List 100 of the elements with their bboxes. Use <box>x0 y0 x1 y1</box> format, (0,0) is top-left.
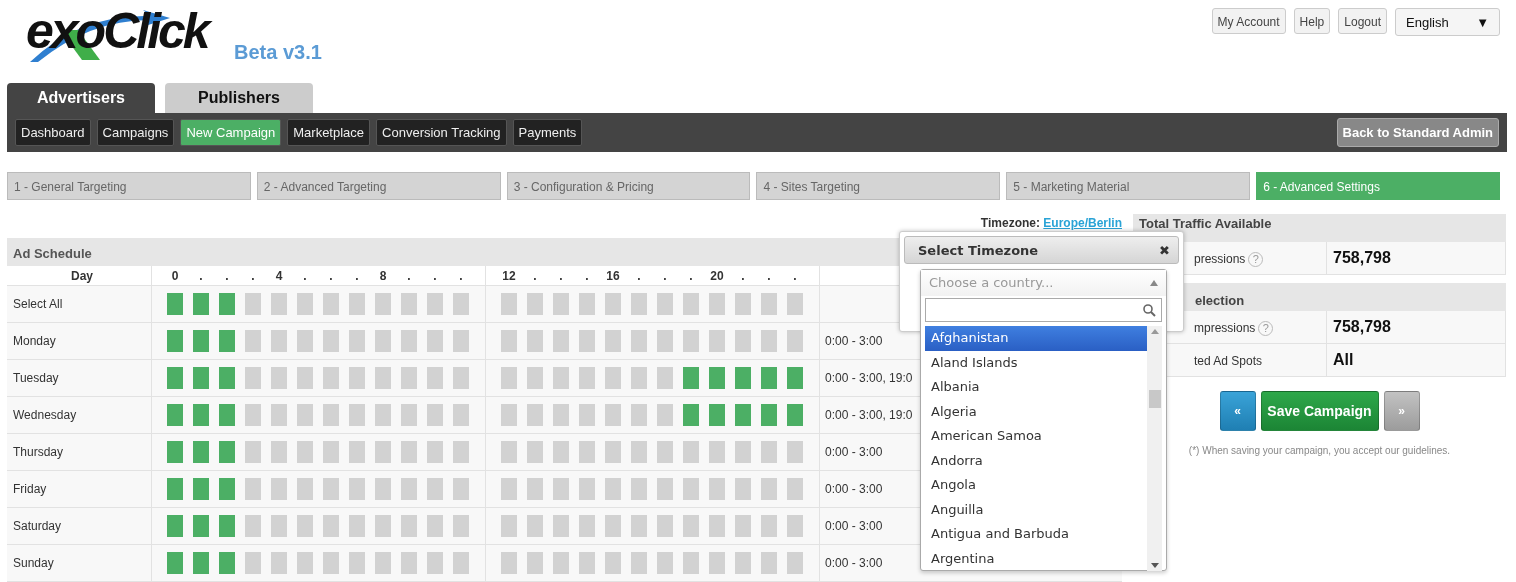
hour-slot[interactable] <box>219 404 235 426</box>
hour-slot[interactable] <box>605 293 621 315</box>
hour-slot[interactable] <box>657 478 673 500</box>
hour-slot[interactable] <box>271 478 287 500</box>
hour-slot[interactable] <box>709 330 725 352</box>
hour-slot[interactable] <box>527 293 543 315</box>
hour-slot[interactable] <box>297 293 313 315</box>
hour-slot[interactable] <box>245 441 261 463</box>
search-field[interactable] <box>925 298 1162 322</box>
hour-slot[interactable] <box>761 441 777 463</box>
hour-slot[interactable] <box>219 552 235 574</box>
hour-slot[interactable] <box>553 552 569 574</box>
hour-slot[interactable] <box>787 293 803 315</box>
main-tab[interactable]: Publishers <box>165 83 313 113</box>
hour-slot[interactable] <box>323 478 339 500</box>
hour-slot[interactable] <box>427 515 443 537</box>
hour-slot[interactable] <box>709 552 725 574</box>
hour-slot[interactable] <box>501 515 517 537</box>
hour-slot[interactable] <box>375 478 391 500</box>
hour-slot[interactable] <box>787 330 803 352</box>
hour-slot[interactable] <box>683 552 699 574</box>
hour-slot[interactable] <box>167 404 183 426</box>
hour-slot[interactable] <box>193 515 209 537</box>
hour-slot[interactable] <box>271 552 287 574</box>
scroll-thumb[interactable] <box>1148 389 1161 408</box>
hour-slot[interactable] <box>527 404 543 426</box>
hour-slot[interactable] <box>167 441 183 463</box>
hour-slot[interactable] <box>245 478 261 500</box>
hour-slot[interactable] <box>527 330 543 352</box>
hour-slot[interactable] <box>579 552 595 574</box>
menu-item[interactable]: Campaigns <box>96 118 175 147</box>
hour-slot[interactable] <box>297 367 313 389</box>
hour-slot[interactable] <box>527 367 543 389</box>
hour-slot[interactable] <box>271 367 287 389</box>
menu-item[interactable]: Payments <box>512 118 583 147</box>
hour-slot[interactable] <box>501 293 517 315</box>
scroll-up-icon[interactable] <box>1150 329 1159 334</box>
hour-slot[interactable] <box>349 404 365 426</box>
hour-slot[interactable] <box>401 478 417 500</box>
hour-slot[interactable] <box>657 367 673 389</box>
hour-slot[interactable] <box>349 515 365 537</box>
hour-slot[interactable] <box>245 367 261 389</box>
hour-slot[interactable] <box>605 330 621 352</box>
hour-slot[interactable] <box>787 441 803 463</box>
hour-slot[interactable] <box>167 552 183 574</box>
hour-slot[interactable] <box>579 478 595 500</box>
hour-slot[interactable] <box>375 367 391 389</box>
hour-slot[interactable] <box>709 404 725 426</box>
country-option[interactable]: Afghanistan <box>925 326 1147 351</box>
hour-slot[interactable] <box>735 478 751 500</box>
hour-slot[interactable] <box>683 293 699 315</box>
hour-slot[interactable] <box>401 293 417 315</box>
hour-slot[interactable] <box>657 515 673 537</box>
hour-slot[interactable] <box>219 441 235 463</box>
country-option[interactable]: Antigua and Barbuda <box>925 522 1147 547</box>
hour-slot[interactable] <box>527 552 543 574</box>
hour-slot[interactable] <box>271 293 287 315</box>
hour-slot[interactable] <box>709 293 725 315</box>
hour-slot[interactable] <box>349 552 365 574</box>
hour-slot[interactable] <box>375 441 391 463</box>
back-to-admin-button[interactable]: Back to Standard Admin <box>1336 117 1499 148</box>
hour-slot[interactable] <box>631 293 647 315</box>
hour-slot[interactable] <box>579 404 595 426</box>
account-link[interactable]: My Account <box>1211 8 1286 34</box>
hour-slot[interactable] <box>631 330 647 352</box>
hour-slot[interactable] <box>787 515 803 537</box>
hour-slot[interactable] <box>761 478 777 500</box>
hour-slot[interactable] <box>579 330 595 352</box>
hour-slot[interactable] <box>605 404 621 426</box>
hour-slot[interactable] <box>657 404 673 426</box>
menu-item[interactable]: Conversion Tracking <box>376 118 507 147</box>
hour-slot[interactable] <box>323 552 339 574</box>
hour-slot[interactable] <box>631 367 647 389</box>
hour-slot[interactable] <box>761 367 777 389</box>
hour-slot[interactable] <box>427 330 443 352</box>
hour-slot[interactable] <box>271 330 287 352</box>
hour-slot[interactable] <box>375 515 391 537</box>
hour-slot[interactable] <box>167 293 183 315</box>
hour-slot[interactable] <box>709 367 725 389</box>
account-link[interactable]: Logout <box>1338 8 1387 34</box>
hour-slot[interactable] <box>297 441 313 463</box>
hour-slot[interactable] <box>631 478 647 500</box>
hour-slot[interactable] <box>193 330 209 352</box>
hour-slot[interactable] <box>297 515 313 537</box>
hour-slot[interactable] <box>761 404 777 426</box>
hour-slot[interactable] <box>323 293 339 315</box>
hour-slot[interactable] <box>553 478 569 500</box>
hour-slot[interactable] <box>193 367 209 389</box>
hour-slot[interactable] <box>167 330 183 352</box>
hour-slot[interactable] <box>683 404 699 426</box>
hour-slot[interactable] <box>427 552 443 574</box>
hour-slot[interactable] <box>323 330 339 352</box>
hour-slot[interactable] <box>427 293 443 315</box>
hour-slot[interactable] <box>297 552 313 574</box>
hour-slot[interactable] <box>427 478 443 500</box>
hour-slot[interactable] <box>453 367 469 389</box>
hour-slot[interactable] <box>605 515 621 537</box>
step-tab[interactable]: 5 - Marketing Material <box>1006 172 1251 200</box>
hour-slot[interactable] <box>271 404 287 426</box>
hour-slot[interactable] <box>501 404 517 426</box>
